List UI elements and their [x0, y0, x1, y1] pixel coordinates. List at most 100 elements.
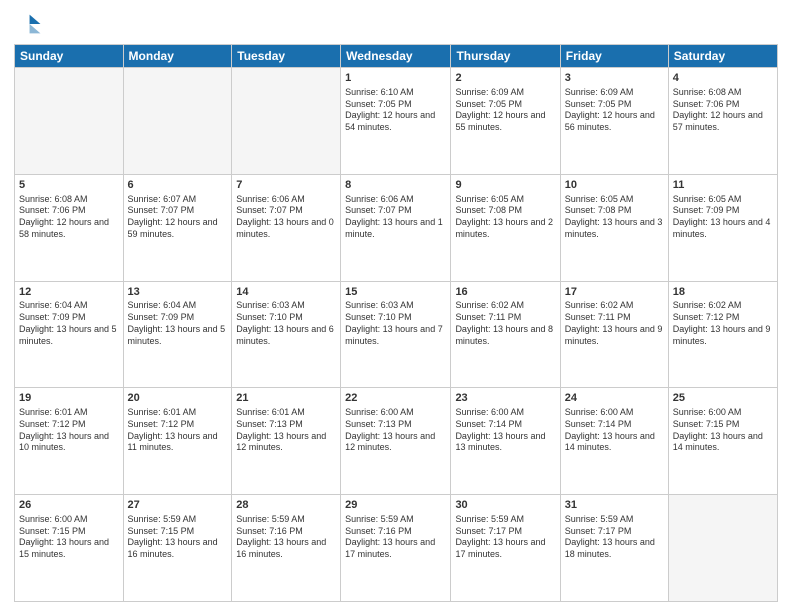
calendar-cell: 20Sunrise: 6:01 AM Sunset: 7:12 PM Dayli…	[123, 388, 232, 495]
weekday-thursday: Thursday	[451, 45, 560, 68]
day-info: Sunrise: 6:10 AM Sunset: 7:05 PM Dayligh…	[345, 87, 446, 134]
calendar-cell: 1Sunrise: 6:10 AM Sunset: 7:05 PM Daylig…	[341, 68, 451, 175]
day-number: 20	[128, 391, 228, 406]
day-info: Sunrise: 6:06 AM Sunset: 7:07 PM Dayligh…	[345, 194, 446, 241]
day-number: 31	[565, 498, 664, 513]
day-info: Sunrise: 6:02 AM Sunset: 7:11 PM Dayligh…	[455, 300, 555, 347]
day-info: Sunrise: 6:02 AM Sunset: 7:11 PM Dayligh…	[565, 300, 664, 347]
calendar-cell: 18Sunrise: 6:02 AM Sunset: 7:12 PM Dayli…	[668, 281, 777, 388]
day-info: Sunrise: 6:08 AM Sunset: 7:06 PM Dayligh…	[673, 87, 773, 134]
calendar-cell: 4Sunrise: 6:08 AM Sunset: 7:06 PM Daylig…	[668, 68, 777, 175]
day-info: Sunrise: 6:01 AM Sunset: 7:13 PM Dayligh…	[236, 407, 336, 454]
weekday-monday: Monday	[123, 45, 232, 68]
calendar-cell: 3Sunrise: 6:09 AM Sunset: 7:05 PM Daylig…	[560, 68, 668, 175]
day-number: 8	[345, 178, 446, 193]
day-info: Sunrise: 6:04 AM Sunset: 7:09 PM Dayligh…	[19, 300, 119, 347]
calendar-cell: 16Sunrise: 6:02 AM Sunset: 7:11 PM Dayli…	[451, 281, 560, 388]
day-number: 16	[455, 285, 555, 300]
day-info: Sunrise: 6:05 AM Sunset: 7:08 PM Dayligh…	[565, 194, 664, 241]
calendar-cell: 28Sunrise: 5:59 AM Sunset: 7:16 PM Dayli…	[232, 495, 341, 602]
weekday-tuesday: Tuesday	[232, 45, 341, 68]
week-row-2: 12Sunrise: 6:04 AM Sunset: 7:09 PM Dayli…	[15, 281, 778, 388]
calendar-cell: 15Sunrise: 6:03 AM Sunset: 7:10 PM Dayli…	[341, 281, 451, 388]
calendar-cell: 17Sunrise: 6:02 AM Sunset: 7:11 PM Dayli…	[560, 281, 668, 388]
calendar-cell: 21Sunrise: 6:01 AM Sunset: 7:13 PM Dayli…	[232, 388, 341, 495]
day-info: Sunrise: 6:03 AM Sunset: 7:10 PM Dayligh…	[345, 300, 446, 347]
day-number: 21	[236, 391, 336, 406]
weekday-friday: Friday	[560, 45, 668, 68]
logo	[14, 10, 46, 38]
day-info: Sunrise: 6:00 AM Sunset: 7:15 PM Dayligh…	[19, 514, 119, 561]
day-number: 7	[236, 178, 336, 193]
calendar-cell: 10Sunrise: 6:05 AM Sunset: 7:08 PM Dayli…	[560, 174, 668, 281]
calendar-cell: 9Sunrise: 6:05 AM Sunset: 7:08 PM Daylig…	[451, 174, 560, 281]
day-number: 18	[673, 285, 773, 300]
calendar-cell: 11Sunrise: 6:05 AM Sunset: 7:09 PM Dayli…	[668, 174, 777, 281]
calendar-cell: 26Sunrise: 6:00 AM Sunset: 7:15 PM Dayli…	[15, 495, 124, 602]
day-info: Sunrise: 6:00 AM Sunset: 7:13 PM Dayligh…	[345, 407, 446, 454]
day-number: 6	[128, 178, 228, 193]
day-info: Sunrise: 5:59 AM Sunset: 7:17 PM Dayligh…	[565, 514, 664, 561]
page: SundayMondayTuesdayWednesdayThursdayFrid…	[0, 0, 792, 612]
calendar-cell	[232, 68, 341, 175]
day-number: 19	[19, 391, 119, 406]
day-info: Sunrise: 6:09 AM Sunset: 7:05 PM Dayligh…	[455, 87, 555, 134]
day-info: Sunrise: 5:59 AM Sunset: 7:16 PM Dayligh…	[236, 514, 336, 561]
calendar-cell: 31Sunrise: 5:59 AM Sunset: 7:17 PM Dayli…	[560, 495, 668, 602]
calendar-cell	[15, 68, 124, 175]
day-number: 23	[455, 391, 555, 406]
weekday-header-row: SundayMondayTuesdayWednesdayThursdayFrid…	[15, 45, 778, 68]
day-number: 3	[565, 71, 664, 86]
day-number: 25	[673, 391, 773, 406]
header	[14, 10, 778, 38]
day-number: 4	[673, 71, 773, 86]
day-number: 29	[345, 498, 446, 513]
calendar-cell: 19Sunrise: 6:01 AM Sunset: 7:12 PM Dayli…	[15, 388, 124, 495]
day-info: Sunrise: 6:00 AM Sunset: 7:14 PM Dayligh…	[565, 407, 664, 454]
calendar-cell: 30Sunrise: 5:59 AM Sunset: 7:17 PM Dayli…	[451, 495, 560, 602]
day-number: 28	[236, 498, 336, 513]
day-number: 2	[455, 71, 555, 86]
weekday-sunday: Sunday	[15, 45, 124, 68]
day-number: 9	[455, 178, 555, 193]
day-info: Sunrise: 5:59 AM Sunset: 7:17 PM Dayligh…	[455, 514, 555, 561]
calendar-cell: 7Sunrise: 6:06 AM Sunset: 7:07 PM Daylig…	[232, 174, 341, 281]
day-info: Sunrise: 6:06 AM Sunset: 7:07 PM Dayligh…	[236, 194, 336, 241]
week-row-3: 19Sunrise: 6:01 AM Sunset: 7:12 PM Dayli…	[15, 388, 778, 495]
calendar-cell: 12Sunrise: 6:04 AM Sunset: 7:09 PM Dayli…	[15, 281, 124, 388]
calendar-cell: 23Sunrise: 6:00 AM Sunset: 7:14 PM Dayli…	[451, 388, 560, 495]
day-number: 15	[345, 285, 446, 300]
day-info: Sunrise: 6:00 AM Sunset: 7:14 PM Dayligh…	[455, 407, 555, 454]
day-number: 5	[19, 178, 119, 193]
calendar-cell: 2Sunrise: 6:09 AM Sunset: 7:05 PM Daylig…	[451, 68, 560, 175]
calendar-cell: 24Sunrise: 6:00 AM Sunset: 7:14 PM Dayli…	[560, 388, 668, 495]
day-info: Sunrise: 6:03 AM Sunset: 7:10 PM Dayligh…	[236, 300, 336, 347]
day-number: 17	[565, 285, 664, 300]
day-info: Sunrise: 6:05 AM Sunset: 7:08 PM Dayligh…	[455, 194, 555, 241]
day-info: Sunrise: 6:04 AM Sunset: 7:09 PM Dayligh…	[128, 300, 228, 347]
calendar-table: SundayMondayTuesdayWednesdayThursdayFrid…	[14, 44, 778, 602]
day-number: 10	[565, 178, 664, 193]
calendar-cell: 6Sunrise: 6:07 AM Sunset: 7:07 PM Daylig…	[123, 174, 232, 281]
calendar-cell: 8Sunrise: 6:06 AM Sunset: 7:07 PM Daylig…	[341, 174, 451, 281]
calendar-cell: 22Sunrise: 6:00 AM Sunset: 7:13 PM Dayli…	[341, 388, 451, 495]
day-number: 13	[128, 285, 228, 300]
weekday-saturday: Saturday	[668, 45, 777, 68]
calendar-cell: 5Sunrise: 6:08 AM Sunset: 7:06 PM Daylig…	[15, 174, 124, 281]
week-row-4: 26Sunrise: 6:00 AM Sunset: 7:15 PM Dayli…	[15, 495, 778, 602]
day-number: 30	[455, 498, 555, 513]
calendar-cell: 14Sunrise: 6:03 AM Sunset: 7:10 PM Dayli…	[232, 281, 341, 388]
day-number: 11	[673, 178, 773, 193]
day-info: Sunrise: 6:05 AM Sunset: 7:09 PM Dayligh…	[673, 194, 773, 241]
calendar-cell: 13Sunrise: 6:04 AM Sunset: 7:09 PM Dayli…	[123, 281, 232, 388]
day-number: 26	[19, 498, 119, 513]
day-info: Sunrise: 6:07 AM Sunset: 7:07 PM Dayligh…	[128, 194, 228, 241]
day-info: Sunrise: 6:01 AM Sunset: 7:12 PM Dayligh…	[128, 407, 228, 454]
day-number: 1	[345, 71, 446, 86]
day-info: Sunrise: 5:59 AM Sunset: 7:15 PM Dayligh…	[128, 514, 228, 561]
weekday-wednesday: Wednesday	[341, 45, 451, 68]
logo-icon	[14, 10, 42, 38]
calendar-cell: 29Sunrise: 5:59 AM Sunset: 7:16 PM Dayli…	[341, 495, 451, 602]
day-info: Sunrise: 6:01 AM Sunset: 7:12 PM Dayligh…	[19, 407, 119, 454]
day-number: 14	[236, 285, 336, 300]
